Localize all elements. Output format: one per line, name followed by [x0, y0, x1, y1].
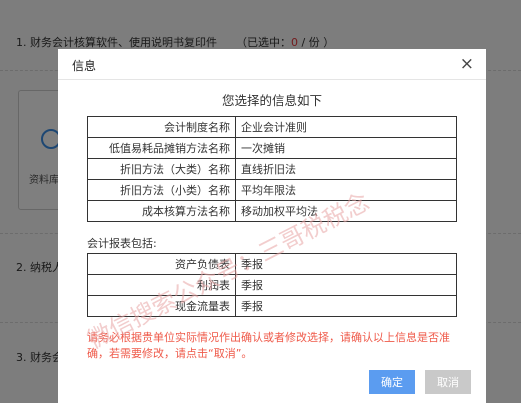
notice-text: 请务必根据贵单位实际情况作出确认或者修改选择，请确认以上信息是否准确，若需要修改…	[87, 331, 450, 360]
field-label: 折旧方法（小类）名称	[87, 179, 236, 201]
reports-table: 资产负债表 季报 利润表 季报 现金流量表 季报	[87, 253, 457, 317]
field-value: 直线折旧法	[235, 158, 457, 180]
field-label: 利润表	[87, 274, 236, 296]
field-label: 资产负债表	[87, 253, 236, 275]
close-icon[interactable]: ×	[460, 54, 474, 74]
settings-row: 会计制度名称 企业会计准则	[87, 116, 457, 138]
field-value: 移动加权平均法	[235, 200, 457, 222]
dialog-title: 信息	[72, 59, 97, 73]
confirm-button[interactable]: 确定	[369, 370, 415, 394]
field-label: 低值易耗品摊销方法名称	[87, 137, 236, 159]
settings-row: 成本核算方法名称 移动加权平均法	[87, 200, 457, 222]
dialog-header: 信息 ×	[58, 49, 486, 80]
field-value: 季报	[235, 295, 457, 317]
confirm-dialog: 信息 × 您选择的信息如下 会计制度名称 企业会计准则 低值易耗品摊销方法名称 一次摊…	[58, 49, 486, 403]
field-value: 季报	[235, 253, 457, 275]
field-value: 企业会计准则	[235, 116, 457, 138]
report-row: 现金流量表 季报	[87, 295, 457, 317]
report-row: 利润表 季报	[87, 274, 457, 296]
field-label: 成本核算方法名称	[87, 200, 236, 222]
cancel-button[interactable]: 取消	[425, 370, 471, 394]
settings-row: 折旧方法（小类）名称 平均年限法	[87, 179, 457, 201]
field-label: 会计制度名称	[87, 116, 236, 138]
field-value: 平均年限法	[235, 179, 457, 201]
field-label: 现金流量表	[87, 295, 236, 317]
report-row: 资产负债表 季报	[87, 253, 457, 275]
dialog-heading: 您选择的信息如下	[221, 93, 322, 108]
reports-label: 会计报表包括:	[87, 237, 157, 250]
settings-row: 折旧方法（大类）名称 直线折旧法	[87, 158, 457, 180]
field-value: 一次摊销	[235, 137, 457, 159]
dialog-footer: 确定 取消	[58, 367, 486, 403]
settings-row: 低值易耗品摊销方法名称 一次摊销	[87, 137, 457, 159]
field-value: 季报	[235, 274, 457, 296]
settings-table: 会计制度名称 企业会计准则 低值易耗品摊销方法名称 一次摊销 折旧方法（大类）名称 直线折…	[87, 116, 457, 222]
field-label: 折旧方法（大类）名称	[87, 158, 236, 180]
